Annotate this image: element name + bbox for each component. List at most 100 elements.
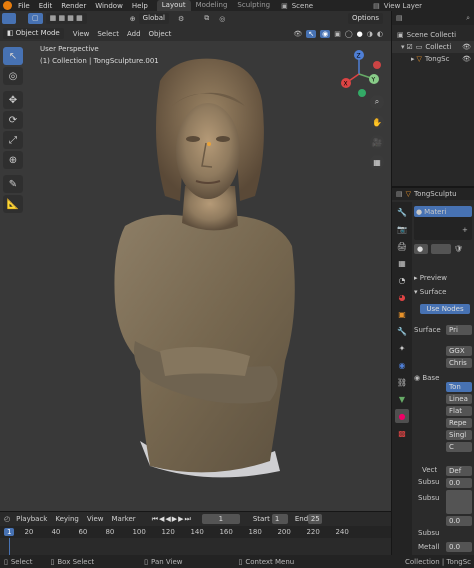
playhead[interactable] [9,538,10,556]
menu-render[interactable]: Render [61,2,86,10]
scene-tab-icon[interactable]: ◔ [395,273,409,287]
annotate-tool-icon[interactable]: ✎ [3,175,23,193]
timeline-menu-playback[interactable]: Playback [16,515,47,523]
options-dropdown[interactable]: Options [347,13,383,24]
menu-edit[interactable]: Edit [39,2,53,10]
scale-tool-icon[interactable]: ⤢ [3,131,23,149]
material-slot[interactable]: ● Materi [414,206,472,217]
properties-editor-icon[interactable]: ▤ [396,190,403,198]
extension-field[interactable]: Repe [446,418,472,428]
move-tool-icon[interactable]: ✥ [3,91,23,109]
timeline-menu-marker[interactable]: Marker [111,515,135,523]
outliner-filter-icon[interactable]: ▤ [396,14,403,22]
source-field[interactable]: Singl [446,430,472,440]
measure-tool-icon[interactable]: 📐 [3,195,23,213]
object-tab-icon[interactable]: ▣ [395,307,409,321]
add-slot-icon[interactable]: + [462,226,468,234]
tab-modeling[interactable]: Modeling [191,0,233,11]
shading-rendered-icon[interactable]: ◐ [377,30,383,38]
menu-window[interactable]: Window [95,2,123,10]
outliner-search-icon[interactable]: ⌕ [466,14,470,23]
output-tab-icon[interactable]: 🖨 [395,239,409,253]
viewport-menu-view[interactable]: View [73,30,90,38]
material-slot-list[interactable]: ● Materi [414,206,472,240]
overlay-toggle-icon[interactable]: ◉ [320,29,331,38]
select-mode-icons[interactable]: ▦ ▦ ▦ ▦ [45,13,87,24]
surface-shader-field[interactable]: Pri [446,325,472,335]
material-browse-icon[interactable]: ● [414,244,428,254]
timeline-editor-icon[interactable]: ◴ [4,515,10,523]
transform-orientation-icon[interactable]: ⊕ [130,15,136,23]
fake-user-icon[interactable]: 🛡 [454,245,463,253]
timeline-ruler[interactable]: 1 20 40 60 80 100 120 140 160 180 200 22… [0,526,391,538]
timeline-menu-keying[interactable]: Keying [55,515,79,523]
start-frame-field[interactable]: 1 [271,514,288,524]
navigation-gizmo[interactable]: Z X Y [334,49,384,99]
snap-icon[interactable]: ⧉ [204,14,209,23]
frame-1-marker[interactable]: 1 [4,528,15,536]
zoom-icon[interactable]: ⌕ [370,95,384,109]
use-nodes-button[interactable]: Use Nodes [420,304,470,314]
subsurface-method-field[interactable]: Chris [446,358,472,368]
scene-icon[interactable]: ▣ [281,2,288,10]
view-layer-name[interactable]: View Layer [384,2,422,10]
viewport-menu-add[interactable]: Add [127,30,141,38]
outliner-collection[interactable]: ▾ ☑ ▭ Collecti 👁 [392,41,474,53]
shading-solid-icon[interactable]: ● [357,30,363,38]
link-icon[interactable]: ◉ [414,374,420,382]
pan-hand-icon[interactable]: ✋ [370,115,384,129]
tab-sculpting[interactable]: Sculpting [232,0,275,11]
outliner-scene-collection[interactable]: ▣ Scene Collecti [392,29,474,41]
proportional-edit-icon[interactable]: ◎ [219,15,225,23]
end-frame-field[interactable]: 25 [307,514,322,524]
expand-icon[interactable]: ▾ [401,43,405,51]
cursor-tool-icon[interactable]: ◎ [3,67,23,85]
camera-icon[interactable]: 🎥 [370,135,384,149]
mode-dropdown[interactable]: ◧ Object Mode [3,28,64,39]
shading-material-icon[interactable]: ◑ [367,30,373,38]
base-color-texture-field[interactable]: Ton [446,382,472,392]
menu-file[interactable]: File [18,2,30,10]
outliner-object[interactable]: ▸ ▽ TongSc 👁 [392,53,474,65]
data-tab-icon[interactable]: ▼ [395,392,409,406]
checkbox-icon[interactable]: ☑ [407,43,413,51]
preview-section[interactable]: ▸ Preview [414,274,447,282]
subsurface-radius-field[interactable] [446,490,472,514]
gizmo-toggle-icon[interactable]: ↖ [306,29,317,38]
tab-layout[interactable]: Layout [156,0,191,11]
interpolation-field[interactable]: Linea [446,394,472,404]
sculpture-model[interactable] [0,11,391,511]
constraints-tab-icon[interactable]: ⛓ [395,375,409,389]
shading-wireframe-icon[interactable]: ◯ [345,30,353,38]
scene-name[interactable]: Scene [292,2,313,10]
object-visibility-icon[interactable]: 👁 [462,55,471,63]
ortho-grid-icon[interactable]: ▦ [370,155,384,169]
collection-visibility-icon[interactable]: 👁 [462,43,471,51]
blender-logo-icon[interactable] [3,1,12,10]
viewport-menu-select[interactable]: Select [97,30,119,38]
menu-help[interactable]: Help [132,2,148,10]
viewport-menu-object[interactable]: Object [149,30,172,38]
view-layer-tab-icon[interactable]: ▦ [395,256,409,270]
transform-tool-icon[interactable]: ⊕ [3,151,23,169]
expand-icon[interactable]: ▸ [411,55,415,63]
texture-tab-icon[interactable]: ▩ [395,426,409,440]
visibility-icon[interactable]: 👁 [293,30,302,38]
view-layer-icon[interactable]: ▤ [373,2,380,10]
material-name-field[interactable] [431,244,451,254]
current-frame-field[interactable]: 1 [201,514,240,524]
world-tab-icon[interactable]: ◕ [395,290,409,304]
physics-tab-icon[interactable]: ◉ [395,358,409,372]
select-box-tool-icon[interactable]: ▢ [28,13,43,24]
playback-controls[interactable]: ⏮◀◀▶▶⏭ [152,515,192,524]
pivot-icon[interactable]: ⚙ [178,15,184,23]
modifier-tab-icon[interactable]: 🔧 [395,324,409,338]
color-space-field[interactable]: C [446,442,472,452]
transform-orientation-dropdown[interactable]: Global [138,13,169,24]
particles-tab-icon[interactable]: ✦ [395,341,409,355]
subsurface-value-field[interactable]: 0.0 [446,478,472,488]
tool-tab-icon[interactable]: 🔧 [395,205,409,219]
editor-type-icon[interactable] [2,13,16,24]
select-tool-icon[interactable]: ↖ [3,47,23,65]
3d-viewport[interactable]: ▢ ▦ ▦ ▦ ▦ ⊕ Global ⚙ ⧉ ◎ Options ◧ Objec… [0,11,391,511]
